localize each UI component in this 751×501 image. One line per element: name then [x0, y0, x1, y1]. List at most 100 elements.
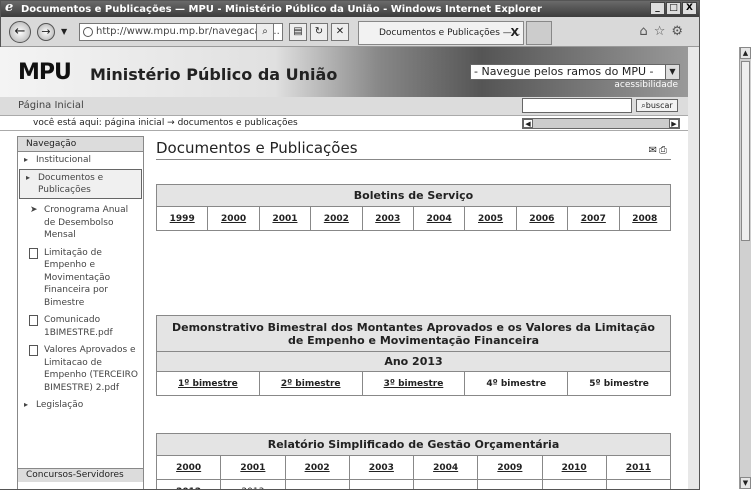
sidebar-subitem-label: Comunicado 1BIMESTRE.pdf	[44, 315, 113, 338]
ramos-select-value: - Navegue pelos ramos do MPU -	[474, 65, 654, 78]
scroll-left-icon[interactable]: ◀	[523, 119, 533, 128]
sidebar-subitem-valores[interactable]: Valores Aprovados e Limitacao de Empenho…	[18, 342, 143, 397]
boletim-year-link[interactable]: 2005	[478, 214, 503, 224]
compatibility-icon[interactable]: ▤	[289, 23, 307, 41]
search-button-label: buscar	[645, 101, 673, 110]
relatorio-year-link[interactable]: 2004	[433, 463, 458, 473]
tab-documentos[interactable]: Documentos e Publicações —... X	[358, 21, 524, 45]
relatorio-year-link[interactable]: 2011	[626, 463, 651, 473]
boletim-year-link[interactable]: 2000	[221, 214, 246, 224]
page-viewport: MPU Ministério Público da União - Navegu…	[0, 47, 688, 489]
relatorio-year-link[interactable]: 2003	[369, 463, 394, 473]
sidebar-item-institucional[interactable]: ▸ Institucional	[18, 152, 143, 168]
breadcrumb: você está aqui: página inicial → documen…	[0, 115, 688, 131]
demonstrativo-table: Demonstrativo Bimestral dos Montantes Ap…	[156, 315, 671, 396]
title-bar: e Documentos e Publicações — MPU - Minis…	[1, 1, 699, 17]
boletins-heading: Boletins de Serviço	[156, 184, 671, 207]
sidebar-item-documentos[interactable]: ▸ Documentos e Publicações	[19, 169, 142, 199]
refresh-icon[interactable]: ↻	[310, 23, 328, 41]
mpu-logo[interactable]: MPU	[18, 60, 72, 85]
boletim-year-link[interactable]: 2003	[375, 214, 400, 224]
boletim-year-link[interactable]: 1999	[170, 214, 195, 224]
relatorio-year-link[interactable]: 2000	[176, 463, 201, 473]
relatorio-year-link[interactable]: 2010	[562, 463, 587, 473]
sub-navigation: Página Inicial ⌕buscar	[0, 97, 688, 115]
boletim-year-link[interactable]: 2008	[632, 214, 657, 224]
sidebar-subitem-limitacao[interactable]: Limitação de Empenho e Movimentação Fina…	[18, 245, 143, 313]
boletim-year-link[interactable]: 2002	[324, 214, 349, 224]
email-icon[interactable]: ✉	[649, 145, 659, 156]
boletim-year-link[interactable]: 2007	[581, 214, 606, 224]
relatorio-table: Relatório Simplificado de Gestão Orçamen…	[155, 433, 672, 490]
relatorio-year-link[interactable]: 2002	[305, 463, 330, 473]
relatorio-year-label: 2013	[241, 487, 264, 490]
empty-cell	[477, 479, 543, 489]
boletim-year-link[interactable]: 2006	[529, 214, 554, 224]
favorites-icon[interactable]: ☆	[654, 24, 672, 39]
page-title-text: Documentos e Publicações	[156, 139, 358, 157]
site-banner: MPU Ministério Público da União - Navegu…	[0, 47, 688, 97]
accessibility-link[interactable]: acessibilidade	[614, 80, 678, 90]
sidebar-item-legislacao[interactable]: ▸ Legislação	[18, 397, 143, 413]
bimestre-label: 4º bimestre	[486, 378, 547, 389]
document-icon	[29, 247, 38, 259]
new-tab-button[interactable]	[526, 21, 552, 45]
bimestre-link[interactable]: 1º bimestre	[178, 379, 238, 389]
relatorio-year-link[interactable]: 2012	[176, 487, 201, 490]
close-button[interactable]: X	[682, 2, 697, 15]
back-button[interactable]: ←	[9, 21, 31, 43]
bullet-icon: ▸	[24, 400, 29, 409]
main-content: Documentos e Publicações ✉⎙ Boletins de …	[155, 139, 672, 489]
scroll-right-icon[interactable]: ▶	[669, 119, 679, 128]
sidebar-subitem-comunicado[interactable]: Comunicado 1BIMESTRE.pdf	[18, 312, 143, 342]
browser-toolbar: ← → ▼ http://www.mpu.mp.br/navegacao/...…	[1, 17, 699, 47]
browser-actions: ⌂☆⚙	[639, 24, 689, 39]
page-title: Documentos e Publicações ✉⎙	[156, 139, 671, 160]
address-bar[interactable]: http://www.mpu.mp.br/navegacao/...	[79, 23, 283, 41]
ramos-select[interactable]: - Navegue pelos ramos do MPU - ▼	[470, 64, 680, 80]
page-icon	[83, 27, 93, 37]
scroll-down-icon[interactable]: ▼	[740, 477, 751, 489]
sidebar-heading-concursos: Concursos-Servidores	[18, 468, 143, 482]
bimestre-link[interactable]: 3º bimestre	[384, 379, 444, 389]
chevron-down-icon[interactable]: ▼	[665, 65, 679, 79]
vertical-scrollbar[interactable]: ▲ ▼	[739, 47, 751, 489]
bullet-icon: ▸	[24, 155, 29, 164]
boletins-table: Boletins de Serviço 1999 2000 2001 2002 …	[155, 184, 672, 231]
ie-logo-icon: e	[5, 0, 14, 15]
home-link[interactable]: Página Inicial	[18, 100, 84, 111]
sidebar-heading: Navegação	[18, 137, 143, 152]
tab-close-icon[interactable]: X	[511, 22, 519, 44]
empty-cell	[605, 479, 672, 489]
settings-gear-icon[interactable]: ⚙	[671, 24, 689, 39]
search-button[interactable]: ⌕buscar	[636, 99, 678, 112]
stop-icon[interactable]: ✕	[331, 23, 349, 41]
home-icon[interactable]: ⌂	[639, 24, 653, 39]
minimize-button[interactable]: _	[650, 2, 665, 15]
maximize-button[interactable]: □	[666, 2, 681, 15]
boletim-year-link[interactable]: 2001	[272, 214, 297, 224]
scrollbar-thumb[interactable]	[741, 61, 750, 241]
bimestre-link[interactable]: 2º bimestre	[281, 379, 341, 389]
horizontal-scrollbar[interactable]: ◀ ▶	[522, 118, 680, 129]
search-dropdown-icon[interactable]: ⌕	[256, 23, 274, 41]
boletim-year-link[interactable]: 2004	[427, 214, 452, 224]
sidebar-item-label: Documentos e Publicações	[38, 173, 104, 195]
demonstrativo-year-heading: Ano 2013	[156, 351, 671, 372]
document-icon	[29, 345, 38, 356]
empty-cell	[541, 479, 607, 489]
history-dropdown-icon[interactable]: ▼	[61, 27, 67, 36]
site-name: Ministério Público da União	[90, 65, 338, 84]
relatorio-year-link[interactable]: 2009	[497, 463, 522, 473]
forward-button[interactable]: →	[37, 23, 55, 41]
print-icon[interactable]: ⎙	[659, 145, 669, 156]
address-url: http://www.mpu.mp.br/navegacao/...	[96, 26, 280, 37]
search-input[interactable]	[522, 98, 632, 113]
scroll-up-icon[interactable]: ▲	[740, 47, 751, 59]
sidebar-subitem-label: Cronograma Anual de Desembolso Mensal	[44, 205, 129, 240]
relatorio-year-link[interactable]: 2001	[240, 463, 265, 473]
bullet-icon: ▸	[26, 173, 31, 182]
arrow-icon: ➤	[30, 205, 38, 215]
sidebar-subitem-cronograma[interactable]: ➤ Cronograma Anual de Desembolso Mensal	[18, 202, 143, 245]
relatorio-heading: Relatório Simplificado de Gestão Orçamen…	[156, 433, 671, 456]
